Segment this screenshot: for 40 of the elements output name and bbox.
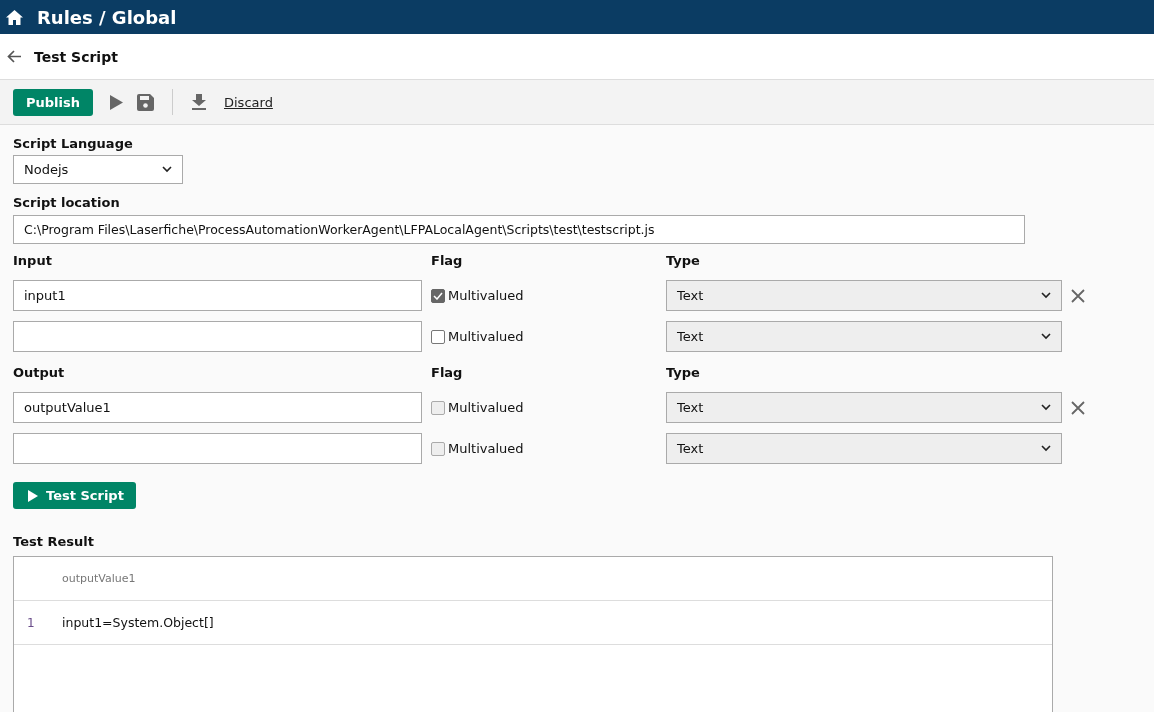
script-location-field[interactable]: C:\Program Files\Laserfiche\ProcessAutomationWorkerAgent\LFPALocalAgent\Scripts\test\testscript.js [13, 215, 1025, 244]
field-label: Script location [13, 193, 121, 212]
column-label: Flag [431, 251, 464, 270]
column-header: outputValue1 [62, 572, 136, 585]
run-icon[interactable] [110, 94, 123, 110]
chevron-down-icon [162, 166, 172, 173]
row-number: 1 [26, 615, 36, 630]
discard-link[interactable]: Discard [224, 94, 273, 110]
play-icon [28, 489, 38, 502]
checkbox-label: Multivalued [448, 400, 524, 415]
language-dropdown[interactable]: Nodejs [13, 155, 183, 184]
checkbox-label: Multivalued [448, 329, 524, 344]
test-script-button[interactable]: Test Script [13, 482, 136, 509]
name-input-field[interactable]: input1 [13, 280, 422, 311]
breadcrumb-title: Rules / Global [37, 6, 177, 28]
checkbox[interactable] [431, 329, 445, 344]
page-title: Test Script [34, 48, 118, 65]
field-label: Script Language [13, 134, 134, 153]
checkbox[interactable] [431, 288, 445, 303]
chevron-down-icon [1041, 333, 1051, 340]
table-cell: input1=System.Object[] [62, 615, 214, 630]
home-icon[interactable] [6, 9, 23, 25]
section-label: Test Result [13, 532, 95, 551]
column-label: Type [666, 363, 701, 382]
column-label: Input [13, 251, 53, 270]
type-dropdown[interactable]: Text [666, 280, 1062, 311]
column-label: Flag [431, 363, 464, 382]
chevron-down-icon [1041, 292, 1051, 299]
save-icon[interactable] [137, 93, 154, 111]
publish-button[interactable]: Publish [13, 88, 93, 116]
chevron-down-icon [1041, 445, 1051, 452]
checkbox-label: Multivalued [448, 288, 524, 303]
type-dropdown[interactable]: Text [666, 321, 1062, 352]
checkbox-label: Multivalued [448, 441, 524, 456]
column-label: Type [666, 251, 701, 270]
close-icon[interactable] [1071, 288, 1085, 303]
chevron-down-icon [1041, 404, 1051, 411]
back-arrow-icon[interactable] [7, 50, 22, 63]
column-label: Output [13, 363, 66, 382]
download-icon[interactable] [192, 94, 206, 110]
